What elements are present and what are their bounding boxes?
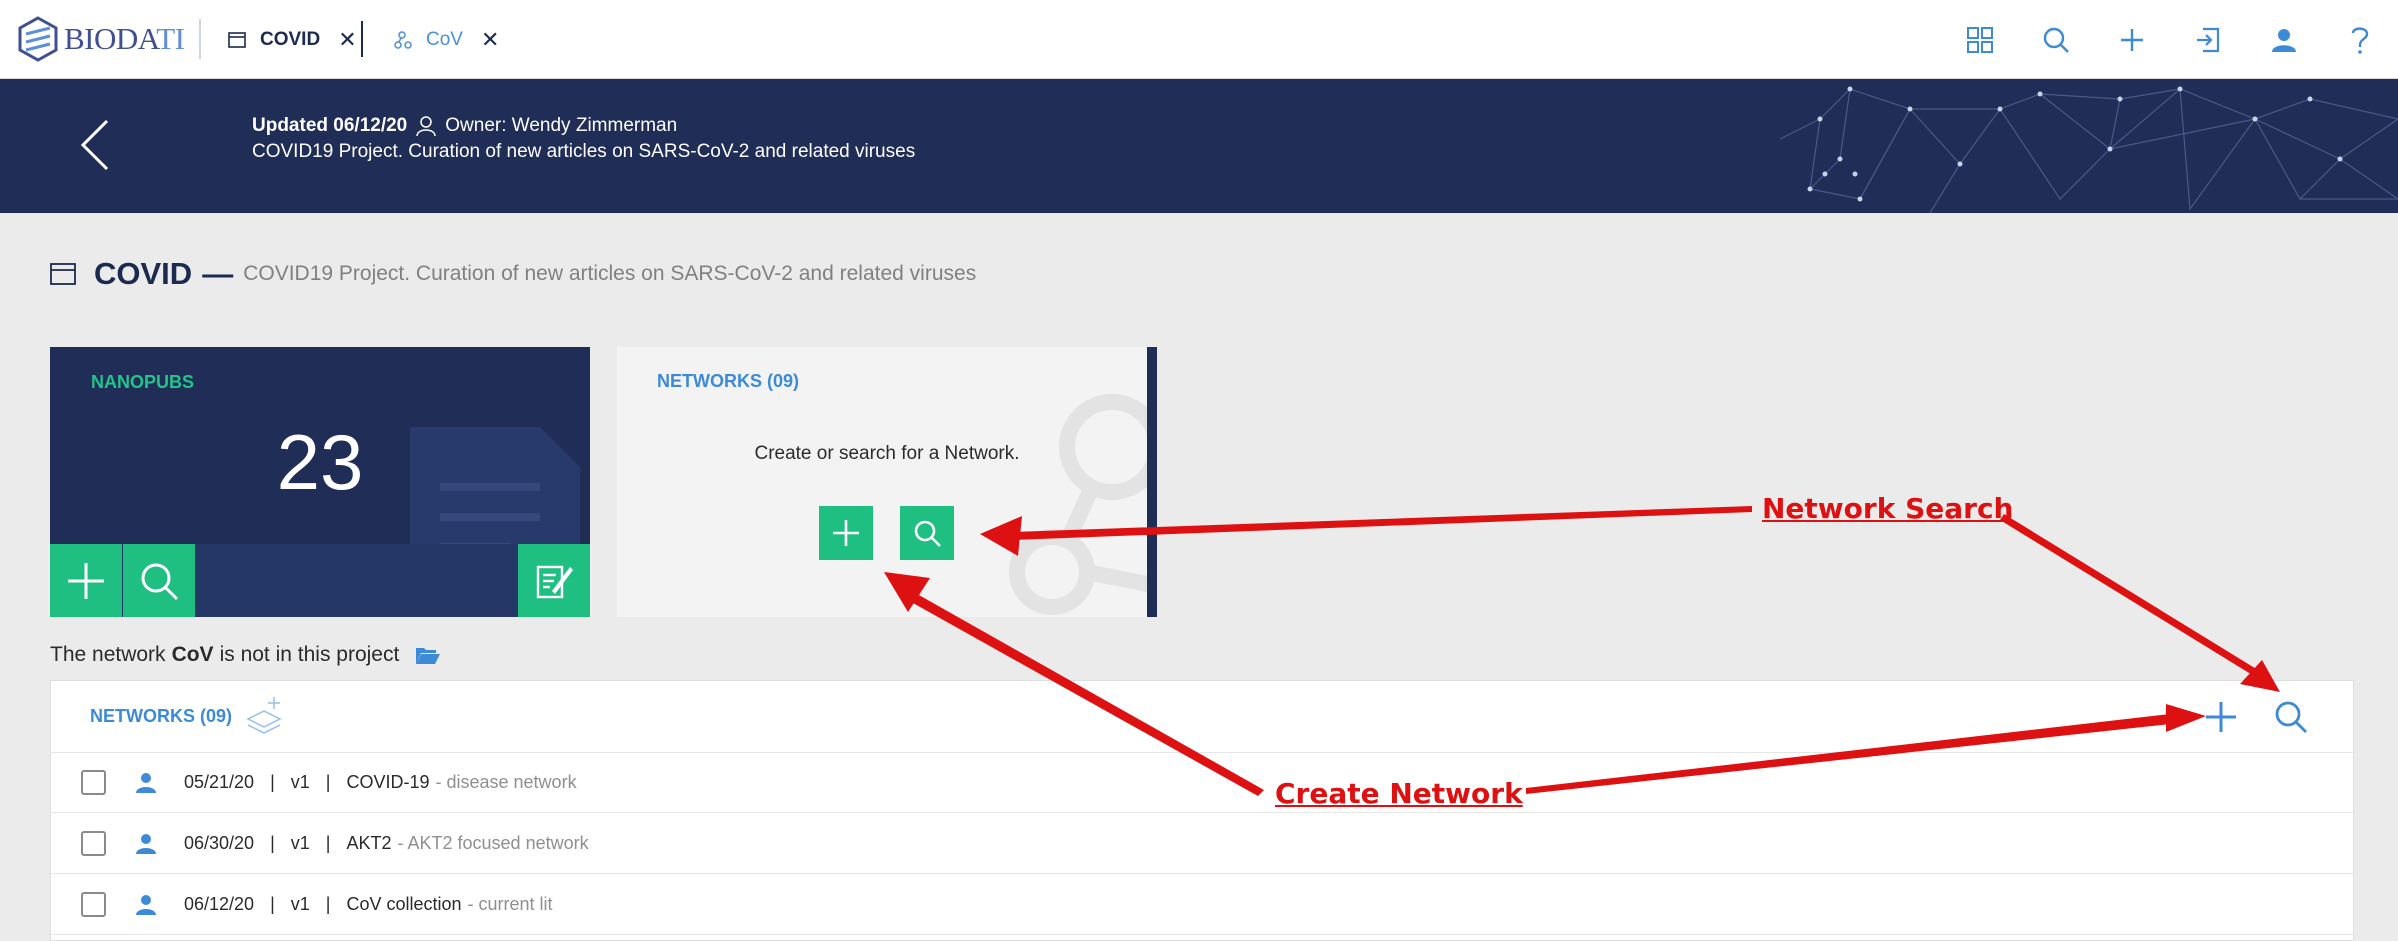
- annotation-arrow: [904, 590, 1264, 796]
- annotation-arrow: [1526, 714, 2170, 794]
- annotation-arrow: [2166, 704, 2206, 732]
- annotation-arrow: [1013, 506, 1752, 540]
- annotation-arrows: [884, 506, 2280, 796]
- create-network-annotation: Create Network: [1275, 777, 1523, 810]
- annotation-arrow: [2000, 514, 2258, 676]
- network-search-annotation: Network Search: [1762, 492, 2014, 525]
- annotation-arrow: [980, 516, 1022, 556]
